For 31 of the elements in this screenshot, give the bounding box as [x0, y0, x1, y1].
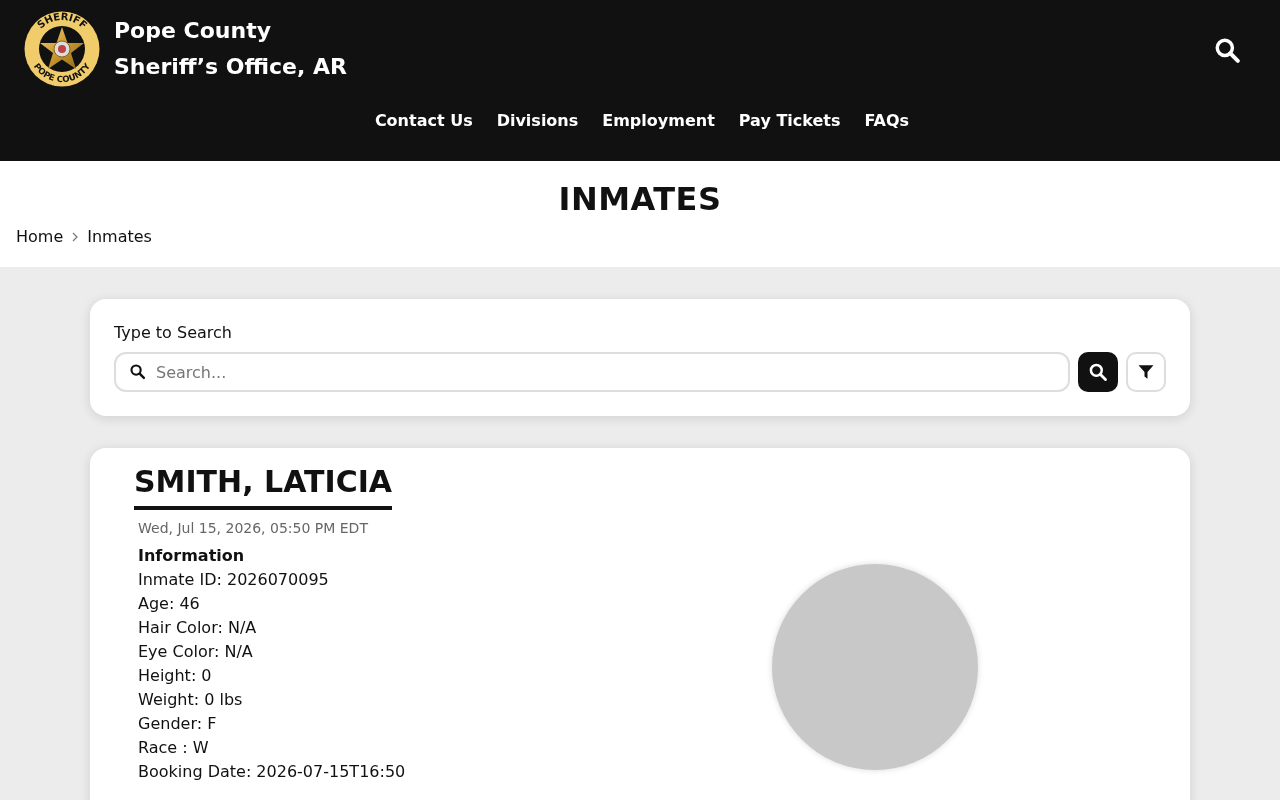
- detail-line: Gender: F: [138, 713, 218, 735]
- nav-link[interactable]: Pay Tickets: [738, 111, 841, 130]
- detail-line: Booking Date: 2026-07-15T16:50: [138, 761, 407, 783]
- detail-line: Age: 46: [138, 593, 201, 615]
- breadcrumb-link[interactable]: Home: [16, 227, 64, 246]
- search-icon[interactable]: [1214, 37, 1240, 63]
- chevron-icon: [72, 231, 79, 242]
- nav-link[interactable]: Employment: [602, 111, 715, 130]
- search-icon: [129, 363, 146, 380]
- nav-link[interactable]: Contact Us: [374, 111, 473, 130]
- detail-line: Weight: 0 lbs: [138, 689, 244, 711]
- filter-button[interactable]: [1126, 352, 1166, 392]
- detail-line: Inmate ID: 2026070095: [138, 569, 330, 591]
- site-title[interactable]: Sheriff’s Office, AR: [114, 52, 347, 82]
- timestamp: Wed, Jul 15, 2026, 05:50 PM EDT: [138, 520, 369, 536]
- search-button[interactable]: [1078, 352, 1118, 392]
- site-title[interactable]: Pope County: [114, 16, 347, 46]
- search-label: Type to Search: [114, 323, 233, 342]
- detail-line: Hair Color: N/A: [138, 617, 258, 639]
- nav-link[interactable]: FAQs: [864, 111, 910, 130]
- filter-icon: [1137, 363, 1155, 381]
- detail-line: Height: 0: [138, 665, 213, 687]
- detail-line: Race : W: [138, 737, 210, 759]
- section-heading: Information: [138, 545, 246, 567]
- search-field[interactable]: Search...: [114, 352, 1070, 392]
- breadcrumb-link[interactable]: Inmates: [87, 227, 152, 246]
- inmate-name: SMITH, LATICIA: [134, 464, 393, 510]
- search-icon: [1088, 362, 1108, 382]
- detail-line: Eye Color: N/A: [138, 641, 254, 663]
- nav-link[interactable]: Divisions: [496, 111, 579, 130]
- page-title: INMATES: [557, 179, 723, 219]
